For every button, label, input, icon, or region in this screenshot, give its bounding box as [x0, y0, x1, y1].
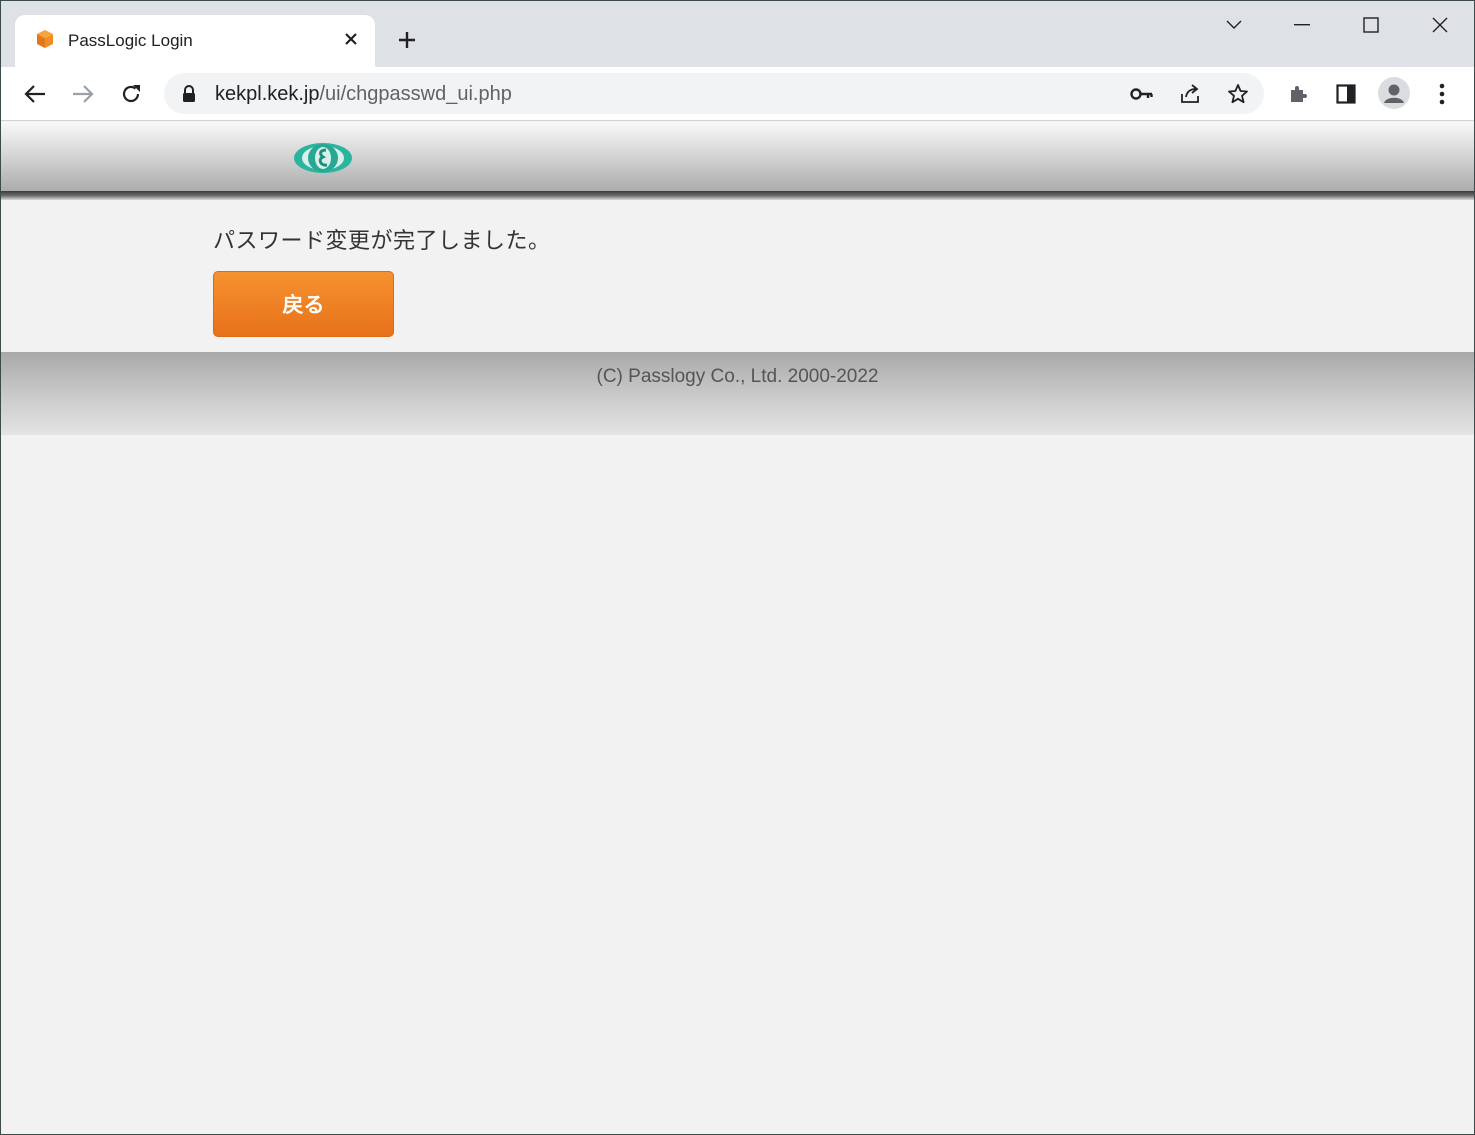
tab-title: PassLogic Login	[68, 31, 193, 50]
tab-search-icon[interactable]	[1219, 11, 1249, 39]
completion-message: パスワード変更が完了しました。	[213, 229, 551, 254]
tab-close-icon[interactable]	[341, 29, 361, 49]
browser-toolbar: kekpl.kek.jp/ui/chgpasswd_ui.php	[1, 67, 1474, 121]
share-icon[interactable]	[1177, 81, 1203, 107]
site-footer: (C) Passlogy Co., Ltd. 2000-2022	[1, 352, 1474, 435]
arrow-left-icon[interactable]	[20, 79, 50, 109]
side-panel-icon[interactable]	[1331, 79, 1361, 109]
copyright-text: (C) Passlogy Co., Ltd. 2000-2022	[596, 366, 879, 387]
more-menu-icon[interactable]	[1427, 79, 1457, 109]
plus-icon[interactable]	[395, 28, 419, 52]
close-icon[interactable]	[1425, 11, 1455, 39]
reload-icon[interactable]	[116, 79, 146, 109]
maximize-icon[interactable]	[1356, 11, 1386, 39]
key-icon[interactable]	[1129, 81, 1155, 107]
header-divider	[1, 191, 1474, 200]
extensions-icon[interactable]	[1283, 79, 1313, 109]
arrow-right-icon[interactable]	[68, 79, 98, 109]
passlogic-cube-icon	[35, 29, 55, 49]
browser-titlebar: PassLogic Login	[1, 1, 1474, 67]
page-content: パスワード変更が完了しました。 戻る (C) Passlogy Co., Ltd…	[1, 122, 1474, 1134]
site-header	[1, 122, 1474, 194]
minimize-icon[interactable]	[1287, 11, 1317, 39]
lock-icon[interactable]	[182, 85, 198, 103]
url-text[interactable]: kekpl.kek.jp/ui/chgpasswd_ui.php	[215, 83, 512, 106]
profile-avatar[interactable]	[1378, 77, 1410, 109]
kek-logo	[292, 140, 354, 176]
address-bar[interactable]: kekpl.kek.jp/ui/chgpasswd_ui.php	[164, 73, 1264, 114]
back-button[interactable]: 戻る	[213, 271, 394, 337]
browser-tab-active[interactable]: PassLogic Login	[15, 15, 375, 67]
url-path: /ui/chgpasswd_ui.php	[319, 83, 512, 105]
url-host: kekpl.kek.jp	[215, 83, 320, 105]
star-icon[interactable]	[1225, 81, 1251, 107]
